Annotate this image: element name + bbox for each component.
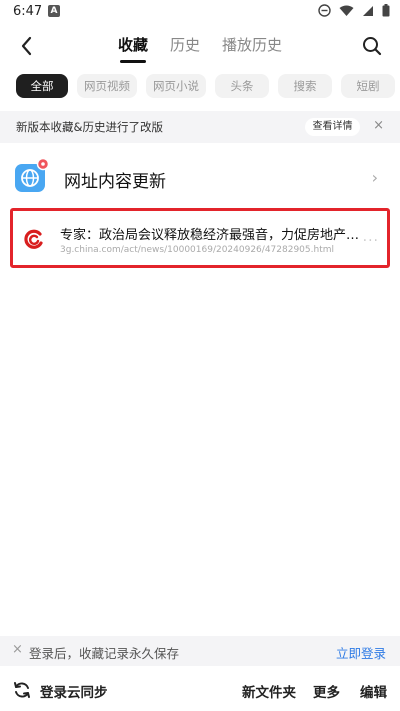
- favorite-item[interactable]: 专家：政治局会议释放稳经济最强音，力促房地产止... 3g.china.com/…: [10, 208, 390, 268]
- tab-history[interactable]: 历史: [170, 34, 200, 63]
- login-banner-text: 登录后，收藏记录永久保存: [29, 646, 180, 661]
- search-icon[interactable]: [358, 32, 386, 60]
- more-options-icon[interactable]: ···: [363, 233, 379, 249]
- chip-all[interactable]: 全部: [16, 74, 68, 98]
- chip-short-drama[interactable]: 短剧: [341, 74, 395, 98]
- notice-text: 新版本收藏&历史进行了改版: [16, 120, 163, 134]
- chip-web-novel[interactable]: 网页小说: [146, 74, 206, 98]
- sync-icon[interactable]: [12, 680, 32, 700]
- update-notice: 新版本收藏&历史进行了改版 查看详情 ×: [0, 111, 400, 143]
- site-update-label: 网址内容更新: [64, 172, 166, 192]
- more-button[interactable]: 更多: [313, 681, 340, 701]
- wifi-icon: [339, 5, 354, 16]
- signal-icon: [363, 5, 373, 16]
- notice-close-icon[interactable]: ×: [373, 118, 384, 133]
- status-bar: 6:47 A: [0, 0, 400, 24]
- chip-web-video[interactable]: 网页视频: [77, 74, 137, 98]
- globe-icon: [15, 158, 50, 192]
- view-details-button[interactable]: 查看详情: [305, 118, 360, 136]
- dnd-icon: [318, 4, 331, 17]
- edit-button[interactable]: 编辑: [360, 681, 387, 701]
- chip-headlines[interactable]: 头条: [215, 74, 269, 98]
- favorite-title: 专家：政治局会议释放稳经济最强音，力促房地产止...: [60, 228, 365, 243]
- china-com-logo-icon: [24, 229, 43, 249]
- new-folder-button[interactable]: 新文件夹: [242, 681, 296, 701]
- notification-icon: A: [48, 5, 60, 17]
- header: 收藏 历史 播放历史: [0, 24, 400, 68]
- cloud-sync-button[interactable]: 登录云同步: [40, 681, 108, 701]
- login-banner: × 登录后，收藏记录永久保存 立即登录: [0, 636, 400, 666]
- filter-chips: 全部 网页视频 网页小说 头条 搜索 短剧: [16, 74, 395, 98]
- tab-play-history[interactable]: 播放历史: [222, 34, 282, 63]
- favorite-url: 3g.china.com/act/news/10000169/20240926/…: [60, 245, 334, 255]
- favorites-page: 6:47 A 收藏 历史 播放历史 全部 网页视频 网页小说 头条 搜索 短剧 …: [0, 0, 400, 711]
- status-time: 6:47: [13, 4, 43, 19]
- tab-favorites[interactable]: 收藏: [118, 34, 148, 63]
- battery-icon: [382, 4, 390, 17]
- banner-close-icon[interactable]: ×: [12, 642, 23, 657]
- chevron-right-icon: ›: [371, 168, 378, 187]
- site-update-row[interactable]: 网址内容更新 ›: [0, 150, 400, 206]
- tab-bar: 收藏 历史 播放历史: [0, 34, 400, 63]
- chip-search[interactable]: 搜索: [278, 74, 332, 98]
- login-now-link[interactable]: 立即登录: [336, 643, 386, 662]
- bottom-toolbar: 登录云同步 新文件夹 更多 编辑: [0, 670, 400, 711]
